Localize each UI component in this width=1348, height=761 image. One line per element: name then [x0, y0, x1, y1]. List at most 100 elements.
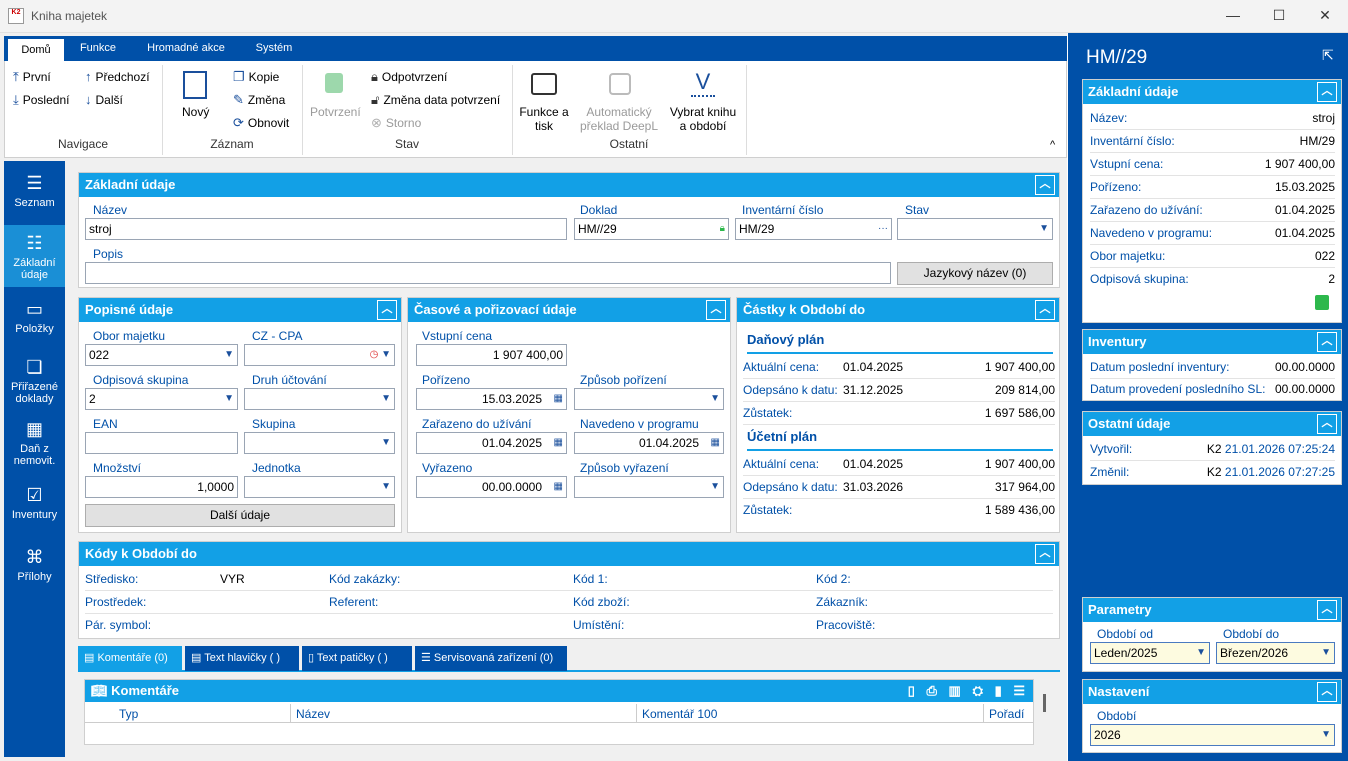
name-input[interactable]: stroj: [85, 218, 567, 240]
grid-toolbar-icons[interactable]: ▯ ⎙ ▥ ⛭ ▮ ☰: [908, 680, 1029, 702]
calendar-icon[interactable]: ▦: [554, 389, 563, 409]
previous-button[interactable]: ↑ Předchozí: [85, 69, 150, 84]
period-to-select[interactable]: Březen/2026 ▼: [1216, 642, 1335, 664]
period-from-select[interactable]: Leden/2025 ▼: [1090, 642, 1210, 664]
calendar-icon[interactable]: ▦: [554, 477, 563, 497]
list-icon: ☰: [421, 652, 434, 664]
doklad-input[interactable]: HM//29 🔒︎: [574, 218, 729, 240]
collapse-icon[interactable]: ︿: [1317, 600, 1337, 620]
calendar-icon[interactable]: ▦: [554, 433, 563, 453]
change-confirm-date-button[interactable]: 🔓︎ Změna data potvrzení: [371, 92, 500, 108]
group-select[interactable]: ▼: [244, 432, 395, 454]
print-button[interactable]: Funkce a tisk: [517, 105, 571, 133]
odpis-group-select[interactable]: 2 ▼: [85, 388, 238, 410]
tab-funkce[interactable]: Funkce: [70, 36, 126, 61]
refresh-button[interactable]: ⟳ Obnovit: [233, 115, 289, 131]
nav-prirazene-doklady[interactable]: ❏ Přiřazené doklady: [4, 351, 65, 411]
collapse-ribbon-icon[interactable]: ^: [1050, 139, 1055, 151]
in-use-date-input[interactable]: 01.04.2025 ▦: [416, 432, 567, 454]
chevron-down-icon: ▼: [224, 349, 234, 360]
collapse-icon[interactable]: ︿: [1035, 300, 1055, 320]
disposal-date-input[interactable]: 00.00.0000 ▦: [416, 476, 567, 498]
right-basic-panel: Základní údaje ︿ Název: stroj Inventární č…: [1082, 79, 1342, 323]
confirm-button[interactable]: Potvrzení: [310, 105, 361, 119]
collapse-icon[interactable]: ︿: [706, 300, 726, 320]
new-document-icon: [183, 71, 207, 99]
collapse-icon[interactable]: ︿: [377, 300, 397, 320]
amounts-header: Částky k Období do ︿: [737, 298, 1059, 322]
stav-select[interactable]: ▼: [897, 218, 1053, 240]
lock-icon: 🔒︎: [719, 223, 725, 234]
close-button[interactable]: ✕: [1302, 0, 1348, 32]
first-button[interactable]: ⤒ První: [13, 69, 51, 85]
nav-dan-z-nemovitosti[interactable]: ▦ Daň z nemovit.: [4, 413, 65, 473]
column-komentar[interactable]: Komentář 100: [642, 704, 717, 724]
storno-button[interactable]: ⊗ Storno: [371, 115, 421, 131]
cz-cpa-select[interactable]: ◷ ▼: [244, 344, 395, 366]
tab-text-paticky[interactable]: ▯ Text patičky ( ): [302, 646, 412, 671]
nav-seznam[interactable]: ☰ Seznam: [4, 161, 65, 225]
tab-domu[interactable]: Domů: [8, 39, 64, 61]
column-nazev[interactable]: Název: [296, 704, 330, 724]
select-book-button[interactable]: Vybrat knihu a období: [665, 105, 741, 133]
new-button[interactable]: Nový: [182, 105, 209, 119]
nav-polozky[interactable]: ▭ Položky: [4, 289, 65, 349]
list-icon: ☰: [26, 173, 43, 193]
collapse-icon[interactable]: ︿: [1317, 332, 1337, 352]
tab-hromadne-akce[interactable]: Hromadné akce: [136, 36, 236, 61]
unconfirm-button[interactable]: 🔒︎ Odpotvrzení: [371, 69, 447, 85]
arrow-up-icon: ↑: [85, 69, 92, 84]
quantity-input[interactable]: 1,0000: [85, 476, 238, 498]
language-name-button[interactable]: Jazykový název (0): [897, 262, 1053, 285]
collapse-icon[interactable]: ︿: [1317, 682, 1337, 702]
tax-row: Zůstatek: 1 697 586,00: [743, 402, 1055, 425]
copy-button[interactable]: ❐ Kopie: [233, 69, 279, 85]
nav-prilohy[interactable]: ⌘ Přílohy: [4, 537, 65, 597]
change-button[interactable]: ✎ Změna: [233, 92, 285, 108]
deepl-button[interactable]: Automatický překlad DeepL: [578, 105, 660, 133]
scrollbar[interactable]: [1043, 694, 1046, 712]
acquisition-method-select[interactable]: ▼: [574, 388, 724, 410]
detail-title: HM//29: [1086, 47, 1148, 68]
unit-select[interactable]: ▼: [244, 476, 395, 498]
last-button[interactable]: ⤓ Poslední: [13, 92, 69, 108]
nav-zakladni-udaje[interactable]: ☷ Základní údaje: [4, 225, 65, 287]
document-icon: ▯: [308, 652, 317, 664]
ean-input[interactable]: [85, 432, 238, 454]
splitter[interactable]: [1067, 33, 1076, 761]
acc-row: Odepsáno k datu: 31.03.2026 317 964,00: [743, 476, 1055, 499]
tab-system[interactable]: Systém: [244, 36, 304, 61]
tab-text-hlavicky[interactable]: ▤ Text hlavičky ( ): [185, 646, 299, 671]
group-stav: Stav: [394, 137, 419, 151]
next-button[interactable]: ↓ Další: [85, 92, 123, 107]
collapse-icon[interactable]: ︿: [1035, 175, 1055, 195]
accounting-type-select[interactable]: ▼: [244, 388, 395, 410]
column-poradi[interactable]: Pořadí: [989, 704, 1024, 724]
box-icon: ▭: [25, 299, 43, 319]
column-typ[interactable]: Typ: [119, 704, 138, 724]
popis-input[interactable]: [85, 262, 891, 284]
chevron-down-icon: ▼: [224, 393, 234, 404]
disposal-method-select[interactable]: ▼: [574, 476, 724, 498]
minimize-button[interactable]: —: [1210, 0, 1256, 32]
maximize-button[interactable]: ☐: [1256, 0, 1302, 32]
entry-price-input[interactable]: 1 907 400,00: [416, 344, 567, 366]
confirmed-lock-icon: [1315, 295, 1329, 310]
more-data-button[interactable]: Další údaje: [85, 504, 395, 527]
tab-servisovana-zarizeni[interactable]: ☰ Servisovaná zařízení (0): [415, 646, 567, 671]
collapse-icon[interactable]: ︿: [1317, 82, 1337, 102]
ribbon-tabs: Domů Funkce Hromadné akce Systém: [4, 36, 1067, 61]
period-select[interactable]: 2026 ▼: [1090, 724, 1335, 746]
collapse-icon[interactable]: ︿: [1035, 544, 1055, 564]
chevron-down-icon: ▼: [710, 393, 720, 404]
acquired-date-input[interactable]: 15.03.2025 ▦: [416, 388, 567, 410]
collapse-icon[interactable]: ︿: [1317, 414, 1337, 434]
nav-inventury[interactable]: ☑ Inventury: [4, 475, 65, 535]
ellipsis-icon[interactable]: ···: [878, 219, 888, 239]
obor-select[interactable]: 022 ▼: [85, 344, 238, 366]
entered-date-input[interactable]: 01.04.2025 ▦: [574, 432, 724, 454]
calendar-icon[interactable]: ▦: [711, 433, 720, 453]
popout-icon[interactable]: ⇱: [1322, 47, 1334, 64]
tab-komentare[interactable]: ▤ Komentáře (0): [78, 646, 182, 671]
inventory-number-input[interactable]: HM/29 ···: [735, 218, 892, 240]
